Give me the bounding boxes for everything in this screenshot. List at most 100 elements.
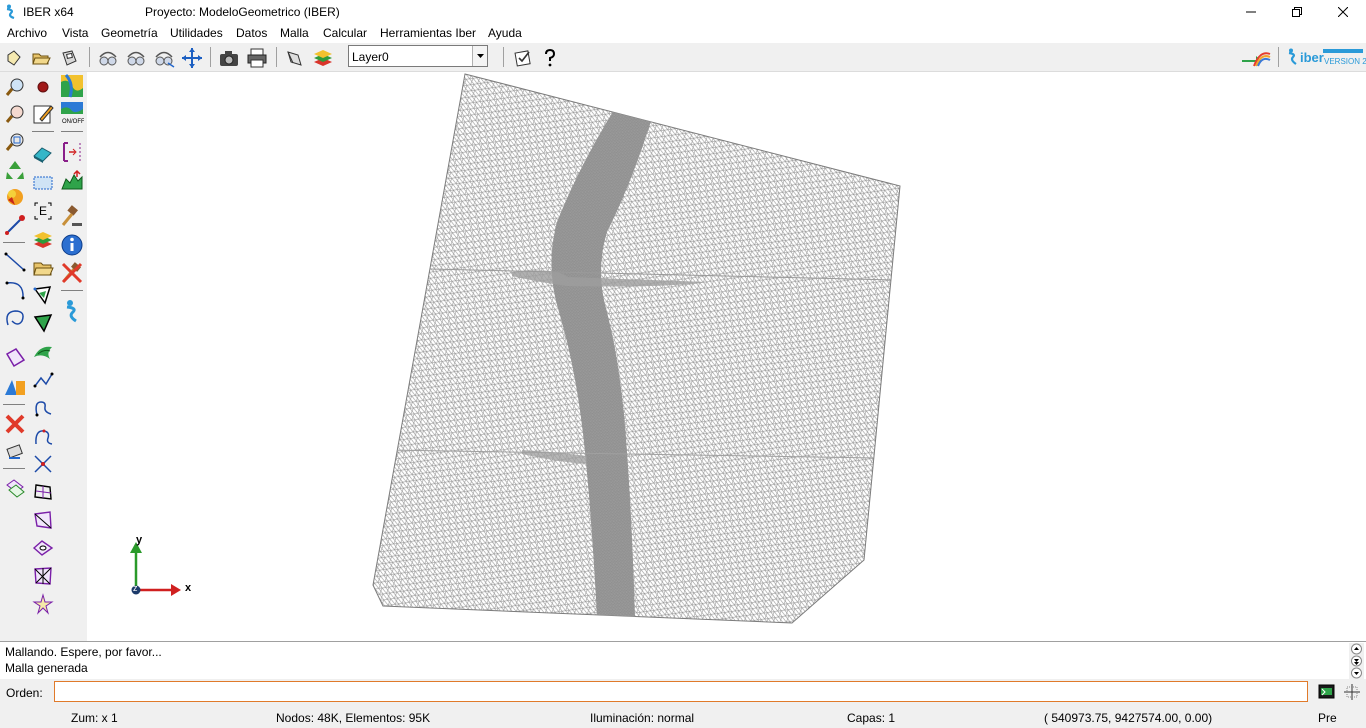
assign-data-button[interactable]	[30, 282, 56, 308]
menu-bar: Archivo Vista Geometría Utilidades Datos…	[0, 23, 1366, 43]
redraw-button[interactable]	[2, 157, 28, 183]
split-button[interactable]	[30, 507, 56, 533]
create-point-button[interactable]	[30, 74, 56, 100]
menu-datos[interactable]: Datos	[236, 26, 267, 40]
entity-button[interactable]: E	[30, 198, 56, 224]
delete-button[interactable]	[2, 411, 28, 437]
mesh-domain	[372, 73, 901, 624]
remove-tool-button[interactable]	[59, 260, 85, 286]
menu-herramientas-iber[interactable]: Herramientas Iber	[380, 26, 476, 40]
menu-malla[interactable]: Malla	[280, 26, 309, 40]
save-button[interactable]	[57, 46, 81, 69]
axis-x-label: x	[185, 582, 192, 594]
import-folder-button[interactable]	[30, 255, 56, 281]
iber-button[interactable]	[59, 298, 85, 324]
menu-vista[interactable]: Vista	[62, 26, 88, 40]
layer-select[interactable]: Layer0	[348, 45, 488, 67]
curve-button[interactable]	[30, 423, 56, 449]
toolbar-separator	[1278, 47, 1279, 67]
toolbar-separator	[210, 47, 211, 67]
elevation-button[interactable]	[59, 167, 85, 193]
menu-utilidades[interactable]: Utilidades	[170, 26, 223, 40]
menu-archivo[interactable]: Archivo	[7, 26, 47, 40]
surface-mesh-button[interactable]	[30, 340, 56, 366]
help-button[interactable]	[538, 46, 562, 69]
options-button[interactable]	[511, 46, 535, 69]
zoom-out-button[interactable]	[2, 101, 28, 127]
eraser-icon	[6, 444, 23, 459]
folder-icon	[33, 262, 54, 276]
intersect-button[interactable]	[30, 451, 56, 477]
layer-stack-button[interactable]	[30, 227, 56, 253]
rotate-3d-button[interactable]	[152, 46, 176, 69]
assign-conditions-button[interactable]	[30, 310, 56, 336]
info-icon	[61, 234, 83, 256]
render-mode-button[interactable]	[2, 184, 28, 210]
menu-ayuda[interactable]: Ayuda	[488, 26, 522, 40]
render-button[interactable]	[283, 46, 307, 69]
left-toolbar-2: E	[29, 72, 58, 641]
erase-button[interactable]	[30, 141, 56, 167]
new-button[interactable]	[2, 46, 26, 69]
mesh-surface-button[interactable]	[30, 563, 56, 589]
rotate-right-button[interactable]	[124, 46, 148, 69]
toolbar-separator	[89, 47, 90, 67]
iber-flow-button[interactable]	[1240, 46, 1272, 69]
minimize-button[interactable]	[1228, 0, 1274, 23]
profile-button[interactable]	[59, 139, 85, 165]
snapshot-button[interactable]	[217, 46, 241, 69]
command-input[interactable]	[54, 681, 1308, 702]
eraser-icon	[33, 147, 52, 163]
select-box-button[interactable]	[30, 169, 56, 195]
line-tool-button[interactable]	[2, 249, 28, 275]
intersect-icon	[34, 455, 52, 473]
pan-button[interactable]	[180, 46, 204, 69]
surface-tool-button[interactable]	[2, 344, 28, 370]
zoom-frame-button[interactable]	[2, 129, 28, 155]
point-tool-button[interactable]	[2, 212, 28, 238]
toolbar-separator	[3, 242, 25, 243]
rotate-right-icon	[127, 51, 145, 65]
divide-button[interactable]	[30, 479, 56, 505]
print-button[interactable]	[245, 46, 269, 69]
spline-tool-button[interactable]	[2, 305, 28, 331]
line-mesh-button[interactable]	[30, 368, 56, 394]
toolbar-separator	[3, 404, 25, 405]
menu-geometria[interactable]: Geometría	[101, 26, 158, 40]
zoom-out-icon	[5, 105, 24, 123]
arc-tool-button[interactable]	[2, 277, 28, 303]
point-line-icon	[5, 215, 25, 235]
star-mesh-button[interactable]	[30, 591, 56, 617]
pencil-pad-icon	[33, 105, 54, 124]
hole-surface-icon	[32, 540, 54, 556]
graphics-canvas[interactable]: y z x	[87, 72, 1366, 641]
collapse-button[interactable]	[2, 475, 28, 501]
layers-button[interactable]	[311, 46, 335, 69]
hole-button[interactable]	[30, 535, 56, 561]
iber-logo-icon	[1288, 48, 1297, 65]
grid-button[interactable]	[1343, 683, 1361, 701]
command-history-button[interactable]	[1318, 683, 1336, 701]
message-line: Malla generada	[5, 661, 88, 675]
edit-tool-button[interactable]	[2, 439, 28, 465]
line-icon	[4, 252, 26, 272]
volume-tool-button[interactable]	[2, 373, 28, 399]
sphere-icon	[7, 189, 23, 205]
tools-button[interactable]	[59, 204, 85, 230]
brand-bar	[1323, 49, 1363, 53]
svg-text:E: E	[39, 204, 47, 218]
select-rectangle-icon	[33, 176, 53, 190]
menu-calcular[interactable]: Calcular	[323, 26, 367, 40]
results-map-button[interactable]	[59, 73, 85, 99]
sketch-button[interactable]	[30, 101, 56, 127]
message-scrollbar[interactable]	[1349, 643, 1364, 679]
close-button[interactable]	[1320, 0, 1366, 23]
loop-button[interactable]	[30, 395, 56, 421]
toggle-onoff-button[interactable]: ON/OFF	[59, 100, 85, 126]
zoom-in-button[interactable]	[2, 74, 28, 100]
open-button[interactable]	[29, 46, 53, 69]
rotate-left-button[interactable]	[96, 46, 120, 69]
terminal-icon	[1318, 684, 1335, 699]
info-button[interactable]	[59, 232, 85, 258]
restore-button[interactable]	[1274, 0, 1320, 23]
